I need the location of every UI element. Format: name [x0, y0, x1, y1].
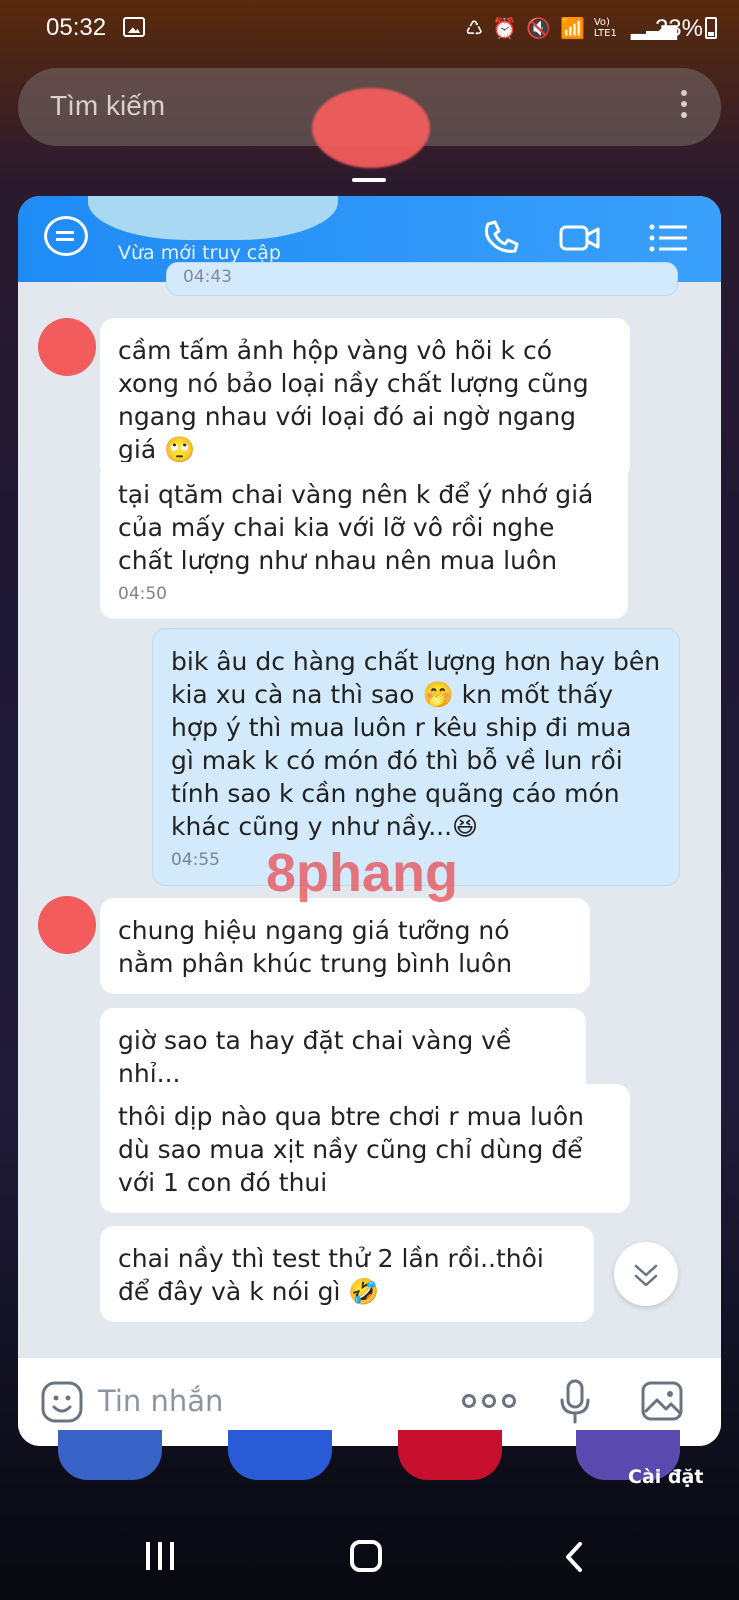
- microphone-icon[interactable]: [558, 1378, 592, 1426]
- message-list[interactable]: 04:43 cầm tấm ảnh hộp vàng vô hõi k có x…: [18, 262, 721, 1352]
- phone-call-icon[interactable]: [478, 218, 522, 258]
- message-text: chung hiệu ngang giá tưỡng nó nằm phân k…: [118, 916, 513, 978]
- message-bubble[interactable]: thôi dịp nào qua btre chơi r mua luôn dù…: [100, 1084, 630, 1213]
- message-text: chai nầy thì test thử 2 lần rồi..thôi để…: [118, 1244, 544, 1306]
- redacted-avatar: [312, 88, 430, 168]
- search-input[interactable]: Tìm kiếm: [50, 90, 165, 122]
- chat-window: Vừa mới truy cập 04:43 cầm tấm ảnh hộp v…: [18, 196, 721, 1446]
- sticker-icon[interactable]: [40, 1380, 84, 1424]
- wifi-icon: 📶: [559, 16, 585, 40]
- dock-app-messages[interactable]: [58, 1430, 162, 1480]
- battery-icon: [705, 17, 717, 39]
- cloud-decoration: [88, 196, 338, 240]
- contact-status: Vừa mới truy cập: [118, 242, 281, 264]
- menu-list-icon[interactable]: [646, 218, 690, 258]
- battery-percentage: 23%: [654, 15, 703, 42]
- more-actions-icon[interactable]: [462, 1394, 516, 1408]
- status-bar: 05:32 ♺ ⏰ 🔇 📶 Vo) LTE1 ▂▃▅ 23%: [0, 0, 739, 60]
- image-picker-icon[interactable]: [640, 1380, 684, 1422]
- chat-bubble-icon[interactable]: [44, 216, 88, 256]
- bubble-handle[interactable]: [352, 178, 386, 182]
- recents-button[interactable]: [146, 1542, 176, 1570]
- message-text: bik âu dc hàng chất lượng hơn hay bên ki…: [171, 647, 661, 841]
- alarm-icon: ⏰: [492, 16, 518, 40]
- settings-label: Cài đặt: [628, 1466, 704, 1488]
- message-bubble[interactable]: chung hiệu ngang giá tưỡng nó nằm phân k…: [100, 898, 590, 994]
- more-options-icon[interactable]: [681, 90, 687, 124]
- message-text: thôi dịp nào qua btre chơi r mua luôn dù…: [118, 1102, 584, 1197]
- contact-avatar[interactable]: [38, 896, 96, 954]
- dock-app-facebook[interactable]: [228, 1430, 332, 1480]
- message-bubble[interactable]: chai nầy thì test thử 2 lần rồi..thôi để…: [100, 1226, 594, 1322]
- chevron-down-icon: [634, 1264, 658, 1287]
- status-icons: ♺ ⏰ 🔇 📶 Vo) LTE1 ▂▃▅: [465, 16, 677, 40]
- message-text: tại qtăm chai vàng nên k để ý nhớ giá củ…: [118, 480, 594, 575]
- message-bubble[interactable]: tại qtăm chai vàng nên k để ý nhớ giá củ…: [100, 462, 628, 619]
- lte-label: Vo) LTE1: [593, 17, 617, 39]
- previous-message: 04:43: [166, 262, 678, 296]
- watermark: 8phang: [266, 843, 459, 903]
- contact-avatar[interactable]: [38, 318, 96, 376]
- home-button[interactable]: [350, 1540, 382, 1572]
- message-text: cầm tấm ảnh hộp vàng vô hõi k có xong nó…: [118, 336, 589, 464]
- navigation-bar: [0, 1530, 739, 1600]
- message-input[interactable]: Tin nhắn: [98, 1384, 223, 1418]
- gallery-icon: [123, 17, 145, 37]
- back-button[interactable]: [562, 1540, 586, 1574]
- recycle-icon: ♺: [465, 16, 484, 40]
- dock-app-youtube[interactable]: [398, 1430, 502, 1480]
- message-time: 04:43: [183, 267, 232, 287]
- status-time: 05:32: [46, 14, 107, 41]
- message-text: giờ sao ta hay đặt chai vàng về nhỉ...: [118, 1026, 512, 1088]
- scroll-down-button[interactable]: [614, 1242, 678, 1306]
- message-time: 04:50: [118, 584, 167, 604]
- mute-icon: 🔇: [526, 16, 551, 40]
- message-bubble[interactable]: cầm tấm ảnh hộp vàng vô hõi k có xong nó…: [100, 318, 630, 480]
- video-call-icon[interactable]: [558, 218, 602, 258]
